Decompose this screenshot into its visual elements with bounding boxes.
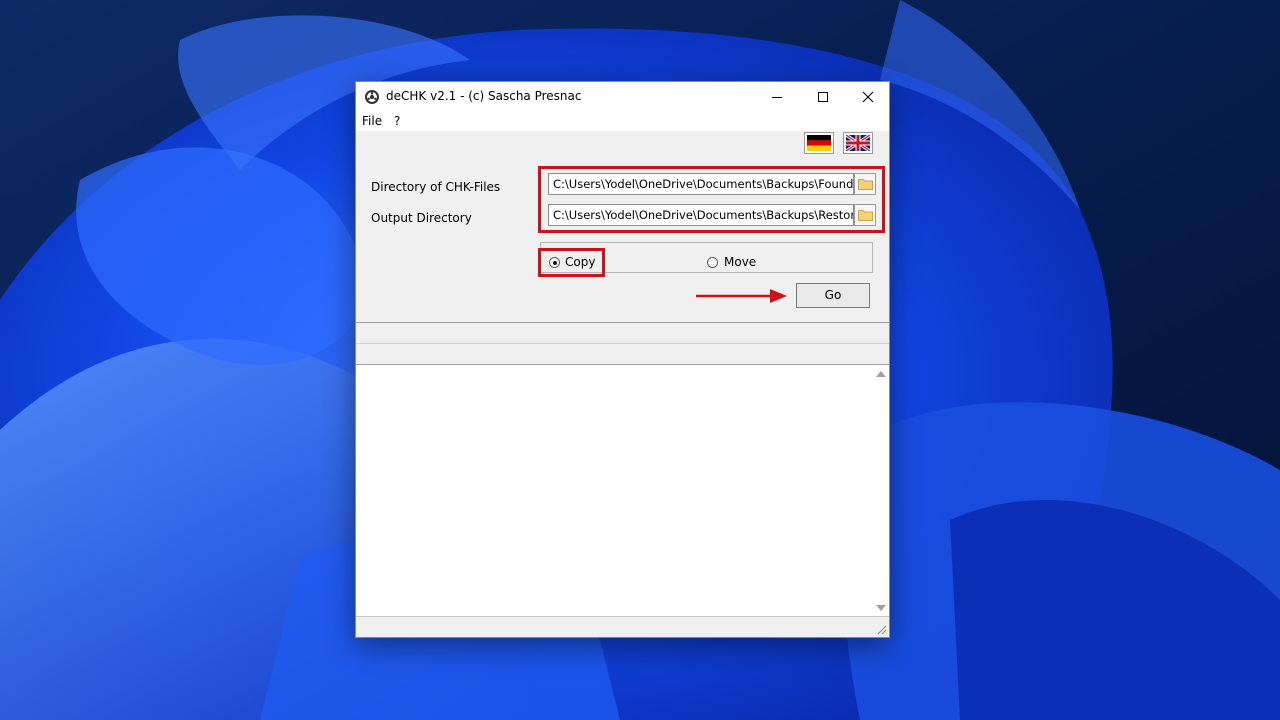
dechk-window: deCHK v2.1 - (c) Sascha Presnac File ? D… xyxy=(355,81,890,638)
menu-file[interactable]: File xyxy=(362,114,382,128)
directories-highlight-box xyxy=(538,166,885,233)
minimize-button[interactable] xyxy=(754,82,800,112)
menu-bar: File ? xyxy=(356,112,889,131)
move-radio[interactable] xyxy=(707,257,718,268)
separator xyxy=(356,343,889,344)
arrow-annotation-icon xyxy=(696,289,787,303)
resize-grip-icon[interactable] xyxy=(875,623,887,635)
menu-help[interactable]: ? xyxy=(394,114,400,128)
close-button[interactable] xyxy=(845,82,891,112)
uk-flag-icon xyxy=(846,135,870,151)
separator xyxy=(356,322,889,323)
maximize-button[interactable] xyxy=(800,82,846,112)
go-button[interactable]: Go xyxy=(796,283,870,308)
window-title: deCHK v2.1 - (c) Sascha Presnac xyxy=(386,89,582,103)
chk-dir-label: Directory of CHK-Files xyxy=(371,180,501,194)
output-dir-label: Output Directory xyxy=(371,211,472,225)
maximize-icon xyxy=(818,92,828,102)
german-language-button[interactable] xyxy=(804,132,834,154)
close-icon xyxy=(862,91,874,103)
app-icon xyxy=(365,90,379,104)
minimize-icon xyxy=(772,97,782,98)
copy-highlight-box xyxy=(538,248,605,277)
english-language-button[interactable] xyxy=(843,132,873,154)
scroll-up-icon[interactable] xyxy=(876,371,886,377)
scroll-down-icon[interactable] xyxy=(876,605,886,611)
move-radio-label[interactable]: Move xyxy=(724,255,756,269)
vertical-scrollbar[interactable] xyxy=(872,365,889,616)
title-bar[interactable]: deCHK v2.1 - (c) Sascha Presnac xyxy=(356,82,889,112)
german-flag-icon xyxy=(807,135,831,151)
log-output-area[interactable] xyxy=(356,364,889,617)
